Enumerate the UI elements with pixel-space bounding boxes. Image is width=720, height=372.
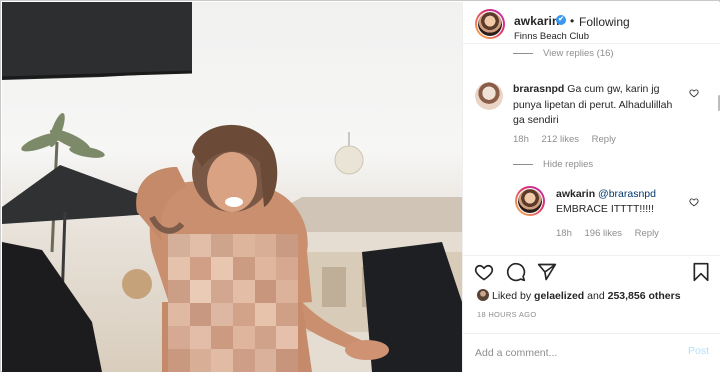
add-comment-bar: Post <box>463 333 720 372</box>
post-timestamp[interactable]: 18 HOURS AGO <box>477 310 536 319</box>
liker-username[interactable]: gelaelized <box>534 290 584 302</box>
likes-others-link[interactable]: 253,856 others <box>608 290 681 302</box>
liker-avatar[interactable] <box>477 289 489 301</box>
following-button[interactable]: Following <box>579 15 630 29</box>
comment-input[interactable] <box>475 345 665 361</box>
reply-mention-link[interactable]: @brarasnpd <box>598 188 656 200</box>
hide-replies-button[interactable]: Hide replies <box>513 159 593 170</box>
comment-likes[interactable]: 212 likes <box>542 134 580 145</box>
likes-summary: Liked by gelaelized and 253,856 others <box>477 289 681 302</box>
comments-list[interactable]: View replies (16) brarasnpd Ga cum gw, k… <box>463 45 720 255</box>
verified-badge-icon: ✔ <box>556 15 566 25</box>
post-header: awkarin ✔ • Following Finns Beach Club <box>463 2 720 44</box>
comment-time[interactable]: 18h <box>513 134 529 145</box>
comment-reply-button[interactable]: Reply <box>592 134 616 145</box>
author-username[interactable]: awkarin <box>514 14 559 28</box>
heart-icon[interactable] <box>474 262 494 282</box>
post-photo[interactable] <box>2 2 462 372</box>
comment-username[interactable]: brarasnpd <box>513 83 564 95</box>
share-icon[interactable] <box>537 262 557 282</box>
pixelation-censor <box>168 234 298 372</box>
comment-meta: 18h 212 likes Reply <box>513 134 626 145</box>
replies-divider-line <box>513 163 533 165</box>
comment-body: brarasnpd Ga cum gw, karin jg punya lipe… <box>513 82 683 129</box>
post-comment-button[interactable]: Post <box>688 345 709 357</box>
view-replies-button[interactable]: View replies (16) <box>513 48 614 59</box>
instagram-post-modal: awkarin ✔ • Following Finns Beach Club V… <box>0 0 720 372</box>
bookmark-icon[interactable] <box>691 262 711 282</box>
reply-time[interactable]: 18h <box>556 228 572 239</box>
comment-icon[interactable] <box>506 262 526 282</box>
reply-likes[interactable]: 196 likes <box>585 228 623 239</box>
comment-like-heart-icon[interactable] <box>689 88 699 98</box>
view-replies-label: View replies (16) <box>543 48 614 59</box>
reply-username[interactable]: awkarin <box>556 188 595 200</box>
likes-prefix: Liked by <box>492 290 532 302</box>
reply-like-heart-icon[interactable] <box>689 197 699 207</box>
replies-divider-line <box>513 52 533 54</box>
post-side-panel: awkarin ✔ • Following Finns Beach Club V… <box>462 2 720 372</box>
reply-body: awkarin @brarasnpd <box>556 187 686 203</box>
commenter-avatar[interactable] <box>475 82 503 110</box>
reply-reply-button[interactable]: Reply <box>635 228 659 239</box>
author-avatar[interactable] <box>475 9 505 39</box>
post-location[interactable]: Finns Beach Club <box>514 31 589 42</box>
reply-text: EMBRACE ITTTT!!!!! <box>556 203 655 215</box>
reply-author-avatar[interactable] <box>515 186 545 216</box>
reply-meta: 18h 196 likes Reply <box>556 228 669 239</box>
hide-replies-label: Hide replies <box>543 159 594 170</box>
post-action-bar <box>463 255 720 287</box>
separator-dot: • <box>570 14 575 28</box>
likes-and: and <box>587 290 605 302</box>
